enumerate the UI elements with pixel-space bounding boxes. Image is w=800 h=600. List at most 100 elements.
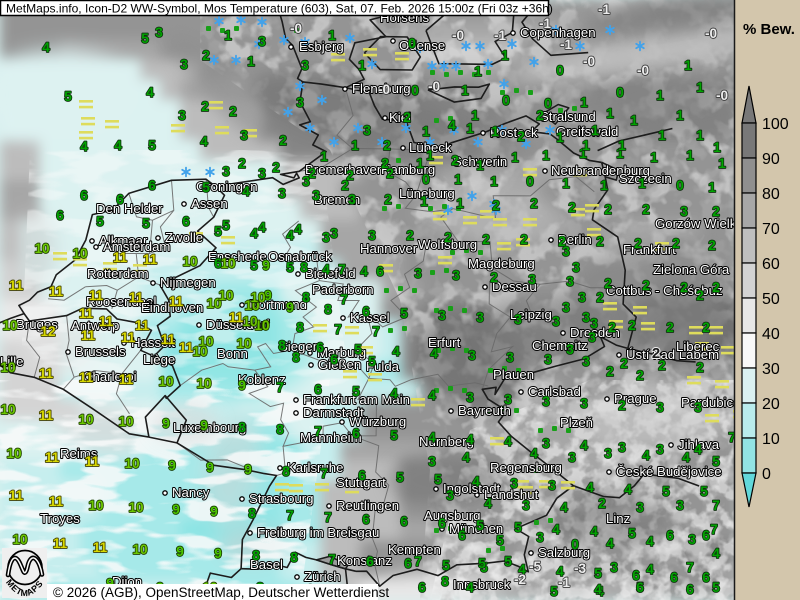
svg-text:3: 3 (688, 532, 696, 547)
svg-text:1: 1 (320, 149, 328, 164)
svg-text:2: 2 (606, 364, 614, 379)
svg-text:3: 3 (680, 204, 688, 219)
svg-text:2: 2 (672, 236, 680, 251)
svg-text:2: 2 (536, 108, 544, 123)
svg-text:Luxembourg: Luxembourg (173, 420, 246, 435)
svg-text:Troyes: Troyes (40, 511, 80, 526)
svg-text:2: 2 (229, 104, 237, 119)
svg-text:11: 11 (161, 332, 176, 347)
svg-text:4: 4 (646, 562, 654, 577)
svg-text:5: 5 (478, 556, 486, 571)
svg-text:6: 6 (314, 382, 322, 397)
svg-text:1: 1 (580, 95, 588, 110)
svg-text:10: 10 (0, 402, 15, 417)
svg-text:6: 6 (358, 468, 366, 483)
svg-text:9: 9 (206, 460, 214, 475)
svg-text:4: 4 (560, 500, 568, 515)
svg-text:2: 2 (636, 368, 644, 383)
svg-text:5: 5 (148, 138, 156, 153)
svg-text:5: 5 (514, 520, 522, 535)
svg-text:6: 6 (182, 214, 190, 229)
svg-text:5: 5 (504, 554, 512, 569)
svg-text:1: 1 (422, 124, 430, 139)
svg-text:8: 8 (296, 320, 304, 335)
svg-text:1: 1 (656, 88, 664, 103)
svg-text:9: 9 (244, 462, 252, 477)
svg-text:4: 4 (682, 450, 690, 465)
svg-text:5: 5 (352, 384, 360, 399)
svg-text:8: 8 (300, 260, 308, 275)
svg-text:6: 6 (56, 208, 64, 223)
svg-text:1: 1 (650, 150, 658, 165)
svg-text:0: 0 (502, 93, 510, 108)
svg-text:6: 6 (438, 516, 446, 531)
svg-text:8: 8 (238, 420, 246, 435)
svg-text:Copenhagen: Copenhagen (520, 25, 596, 40)
svg-text:10: 10 (220, 256, 235, 271)
svg-text:3: 3 (542, 394, 550, 409)
svg-text:Stralsund: Stralsund (540, 109, 596, 124)
svg-text:7: 7 (334, 322, 342, 337)
svg-text:6: 6 (458, 528, 466, 543)
svg-text:5: 5 (64, 89, 72, 104)
svg-text:Plauen: Plauen (493, 367, 534, 382)
svg-text:3: 3 (258, 166, 266, 181)
svg-text:9: 9 (214, 546, 222, 561)
svg-text:1: 1 (351, 138, 359, 153)
svg-text:7: 7 (340, 292, 348, 307)
svg-text:Kassel: Kassel (350, 310, 390, 325)
svg-text:3: 3 (604, 446, 612, 461)
svg-text:9: 9 (200, 418, 208, 433)
svg-text:3: 3 (155, 25, 163, 40)
svg-text:5: 5 (250, 258, 258, 273)
svg-text:11: 11 (39, 366, 54, 381)
svg-text:11: 11 (135, 318, 150, 333)
svg-text:Hannover: Hannover (360, 241, 418, 256)
svg-text:11: 11 (85, 454, 100, 469)
svg-text:3: 3 (258, 34, 266, 49)
svg-text:4: 4 (552, 522, 560, 537)
svg-text:3: 3 (322, 230, 330, 245)
svg-text:5: 5 (662, 484, 670, 499)
svg-text:2: 2 (598, 496, 606, 511)
svg-text:Konstanz: Konstanz (337, 553, 392, 568)
svg-text:11: 11 (169, 294, 184, 309)
svg-text:90: 90 (762, 151, 780, 168)
svg-text:0: 0 (526, 174, 534, 189)
svg-text:6: 6 (636, 580, 644, 595)
svg-text:1: 1 (224, 28, 232, 43)
svg-text:5: 5 (286, 260, 294, 275)
svg-text:1: 1 (630, 113, 638, 128)
svg-text:3: 3 (656, 400, 664, 415)
svg-text:9: 9 (168, 458, 176, 473)
svg-text:11: 11 (179, 340, 194, 355)
svg-text:3: 3 (610, 560, 618, 575)
svg-text:Regensburg: Regensburg (490, 460, 562, 475)
svg-text:3: 3 (438, 308, 446, 323)
svg-text:5: 5 (700, 484, 708, 499)
svg-text:4: 4 (530, 446, 538, 461)
svg-text:3: 3 (510, 476, 518, 491)
svg-text:3: 3 (312, 188, 320, 203)
svg-text:Bielefeld: Bielefeld (305, 266, 356, 281)
svg-text:10: 10 (118, 414, 133, 429)
svg-text:11: 11 (45, 450, 60, 465)
svg-text:7: 7 (686, 560, 694, 575)
svg-text:Strasbourg: Strasbourg (249, 491, 314, 506)
svg-text:6: 6 (418, 580, 426, 595)
svg-text:5: 5 (202, 180, 210, 195)
svg-text:40: 40 (762, 326, 780, 343)
svg-text:5: 5 (550, 584, 558, 599)
svg-text:11: 11 (93, 540, 108, 555)
svg-text:11: 11 (79, 306, 94, 321)
svg-text:-1: -1 (558, 575, 571, 590)
svg-text:-0: -0 (705, 26, 717, 41)
svg-text:7: 7 (414, 554, 422, 569)
svg-text:1: 1 (426, 148, 434, 163)
svg-text:1: 1 (247, 54, 255, 69)
svg-text:Nancy: Nancy (172, 485, 210, 500)
svg-text:2: 2 (403, 110, 411, 125)
svg-text:2: 2 (568, 200, 576, 215)
svg-text:80: 80 (762, 186, 780, 203)
svg-text:11: 11 (99, 314, 114, 329)
